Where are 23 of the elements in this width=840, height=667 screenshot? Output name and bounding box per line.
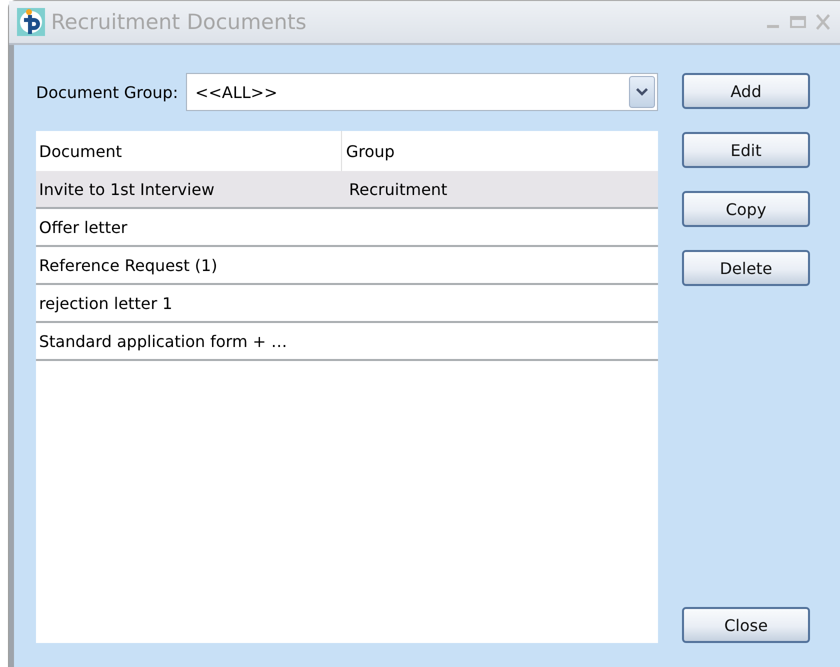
filter-label: Document Group: xyxy=(36,82,178,102)
table-row[interactable]: Standard application form + … xyxy=(36,323,658,361)
table-cell-text: Reference Request (1) xyxy=(38,256,218,274)
table-cell-text: Standard application form + … xyxy=(38,332,288,350)
window-title: Recruitment Documents xyxy=(51,10,308,34)
action-button[interactable]: Delete xyxy=(682,250,810,286)
action-button[interactable]: Copy xyxy=(682,191,810,227)
app-logo-icon xyxy=(17,8,45,36)
column-header[interactable]: Group xyxy=(342,142,658,160)
document-group-dropdown[interactable]: <<ALL>> xyxy=(186,73,658,111)
table-row[interactable]: Offer letter xyxy=(36,209,658,247)
table-cell-text: Offer letter xyxy=(38,218,128,236)
maximize-icon[interactable] xyxy=(790,15,806,29)
table-cell-text: Invite to 1st Interview xyxy=(38,180,216,198)
action-button[interactable]: Add xyxy=(682,73,810,109)
close-button[interactable]: Close xyxy=(682,607,810,643)
table-row[interactable]: Invite to 1st Interview Recruitment xyxy=(36,171,658,209)
table-row[interactable]: Reference Request (1) xyxy=(36,247,658,285)
table-cell-text: rejection letter 1 xyxy=(38,294,174,312)
table-cell-text: Recruitment xyxy=(348,180,448,198)
table-row[interactable]: rejection letter 1 xyxy=(36,285,658,323)
close-icon[interactable] xyxy=(816,14,830,30)
action-button[interactable]: Edit xyxy=(682,132,810,168)
